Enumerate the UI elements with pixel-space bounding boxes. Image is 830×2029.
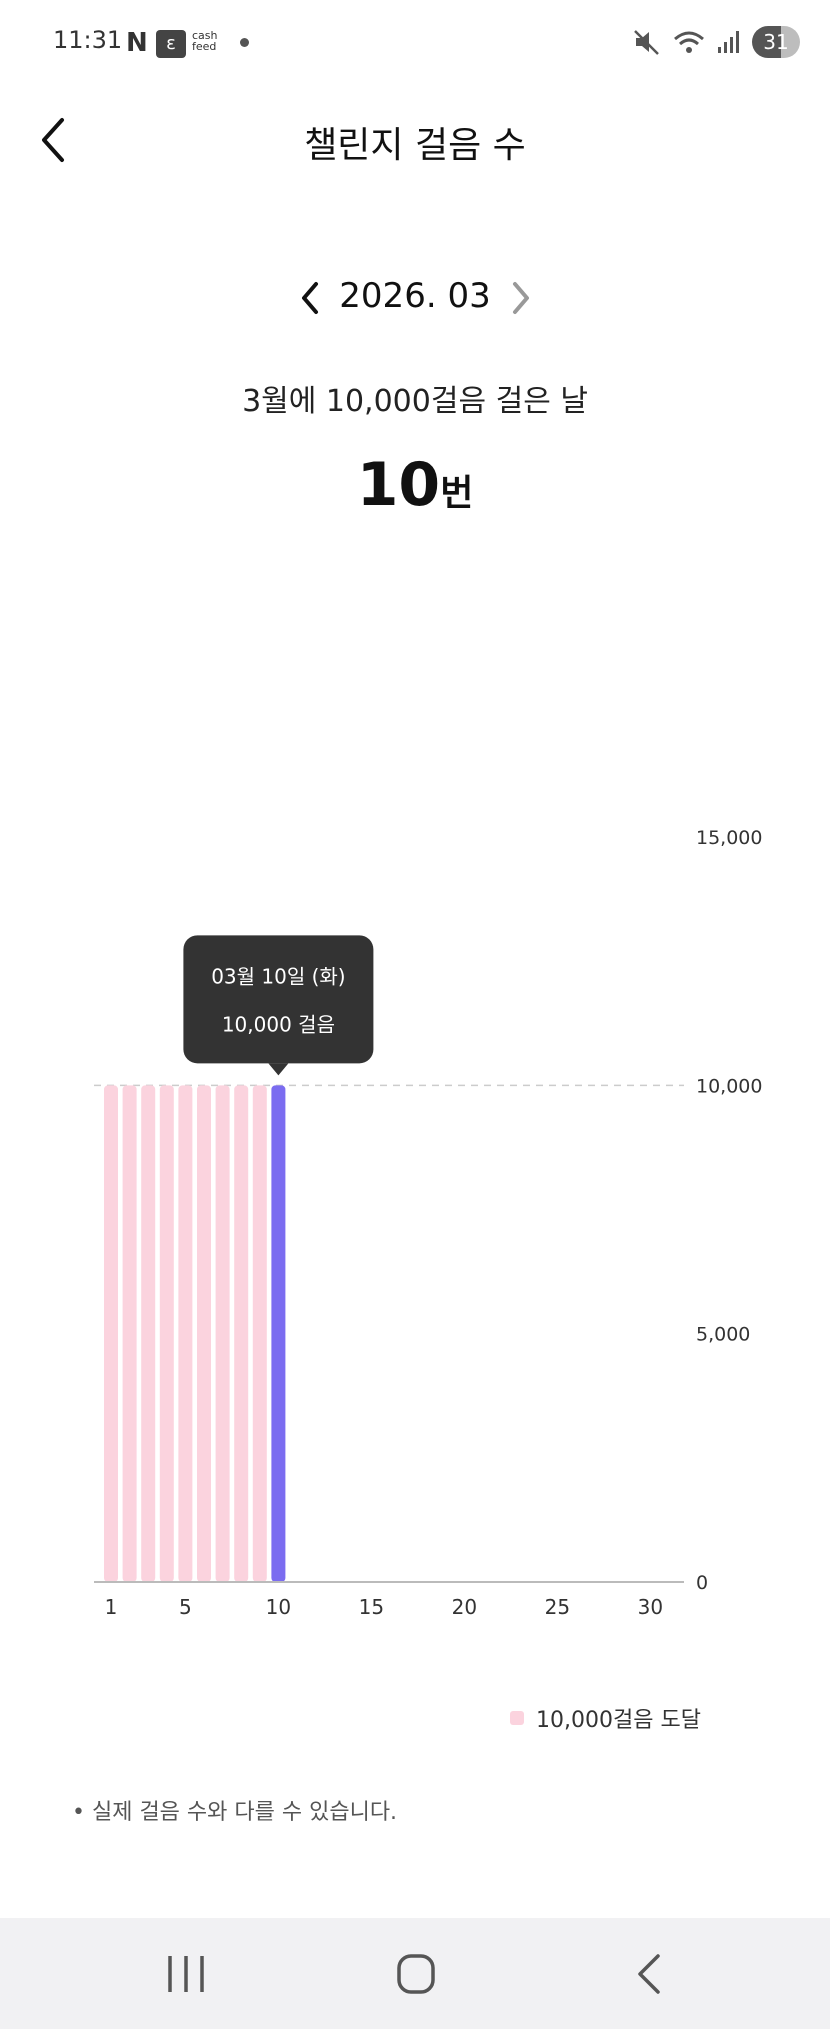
page-title: 챌린지 걸음 수 (304, 125, 526, 166)
count-number: 10 (356, 450, 441, 520)
summary-text: 3월에 10,000걸음 걸은 날 (242, 384, 588, 419)
status-time: 11:31 (53, 26, 123, 54)
system-back-button[interactable] (610, 1942, 690, 2006)
x-tick-label: 10 (266, 1595, 291, 1619)
bar (141, 1085, 156, 1582)
bar (197, 1085, 211, 1582)
y-tick-label: 0 (696, 1572, 708, 1594)
tooltip-box (183, 935, 374, 1064)
recents-icon (168, 1956, 204, 1992)
achievement-count: 10번 (0, 450, 830, 520)
legend-label: 10,000걸음 도달 (536, 1708, 701, 1733)
bar (159, 1085, 174, 1582)
mute-icon (634, 30, 659, 55)
legend-swatch (510, 1711, 524, 1725)
tooltip-value: 10,000 걸음 (222, 1012, 335, 1036)
steps-chart-svg: 05,00010,00015,0001 5 10 15 20 25 3003월 10일 (화… (94, 827, 762, 1619)
home-icon (397, 1954, 435, 1994)
count-unit: 번 (440, 473, 474, 514)
chart-legend: 10,000걸음 도달 (510, 1702, 701, 1734)
x-tick-label: 25 (545, 1595, 570, 1619)
bar-selected (271, 1085, 286, 1582)
signal-icon (718, 31, 739, 53)
recents-button[interactable] (146, 1942, 226, 2006)
naver-notification-icon: N (126, 28, 148, 58)
footnote: • 실제 걸음 수와 다를 수 있습니다. (72, 1800, 398, 1825)
x-tick-label: 20 (452, 1595, 477, 1619)
chevron-right-icon (513, 282, 529, 314)
month-label: 2026. 03 (339, 276, 491, 316)
back-icon (638, 1954, 660, 1994)
month-navigator: 2026. 03 (0, 270, 830, 326)
y-tick-label: 15,000 (696, 827, 762, 849)
x-tick-label: 5 (179, 1595, 192, 1619)
header: 챌린지 걸음 수 (0, 100, 830, 180)
bar (178, 1085, 193, 1582)
cashfeed-notification-icon: ɛ (156, 30, 186, 58)
wifi-icon (674, 31, 704, 53)
tooltip-pointer (268, 1063, 289, 1076)
bar (234, 1085, 249, 1582)
x-tick-label: 15 (359, 1595, 384, 1619)
bar (215, 1085, 230, 1582)
steps-chart: 0 5,000 10,000 15,000 1 5 10 15 20 25 30 03월 10일 (화… (0, 800, 830, 1620)
y-tick-label: 10,000 (696, 1075, 762, 1097)
x-tick-label: 1 (105, 1595, 118, 1619)
bar (104, 1085, 118, 1582)
cashfeed-label: cash feed (192, 29, 218, 53)
battery-icon: 31 (752, 26, 800, 58)
status-icons: 31 (632, 24, 800, 60)
x-tick-label: 30 (638, 1595, 663, 1619)
next-month-button[interactable] (497, 276, 541, 320)
status-bar: 11:31 N ɛ cash feed 31 (0, 0, 830, 86)
bar (122, 1085, 137, 1582)
bar (252, 1085, 267, 1582)
system-navigation-bar (0, 1918, 830, 2029)
tooltip-date: 03월 10일 (화) (211, 964, 345, 988)
more-notifications-dot (240, 38, 249, 47)
home-button[interactable] (376, 1942, 456, 2006)
y-tick-label: 5,000 (696, 1324, 750, 1346)
